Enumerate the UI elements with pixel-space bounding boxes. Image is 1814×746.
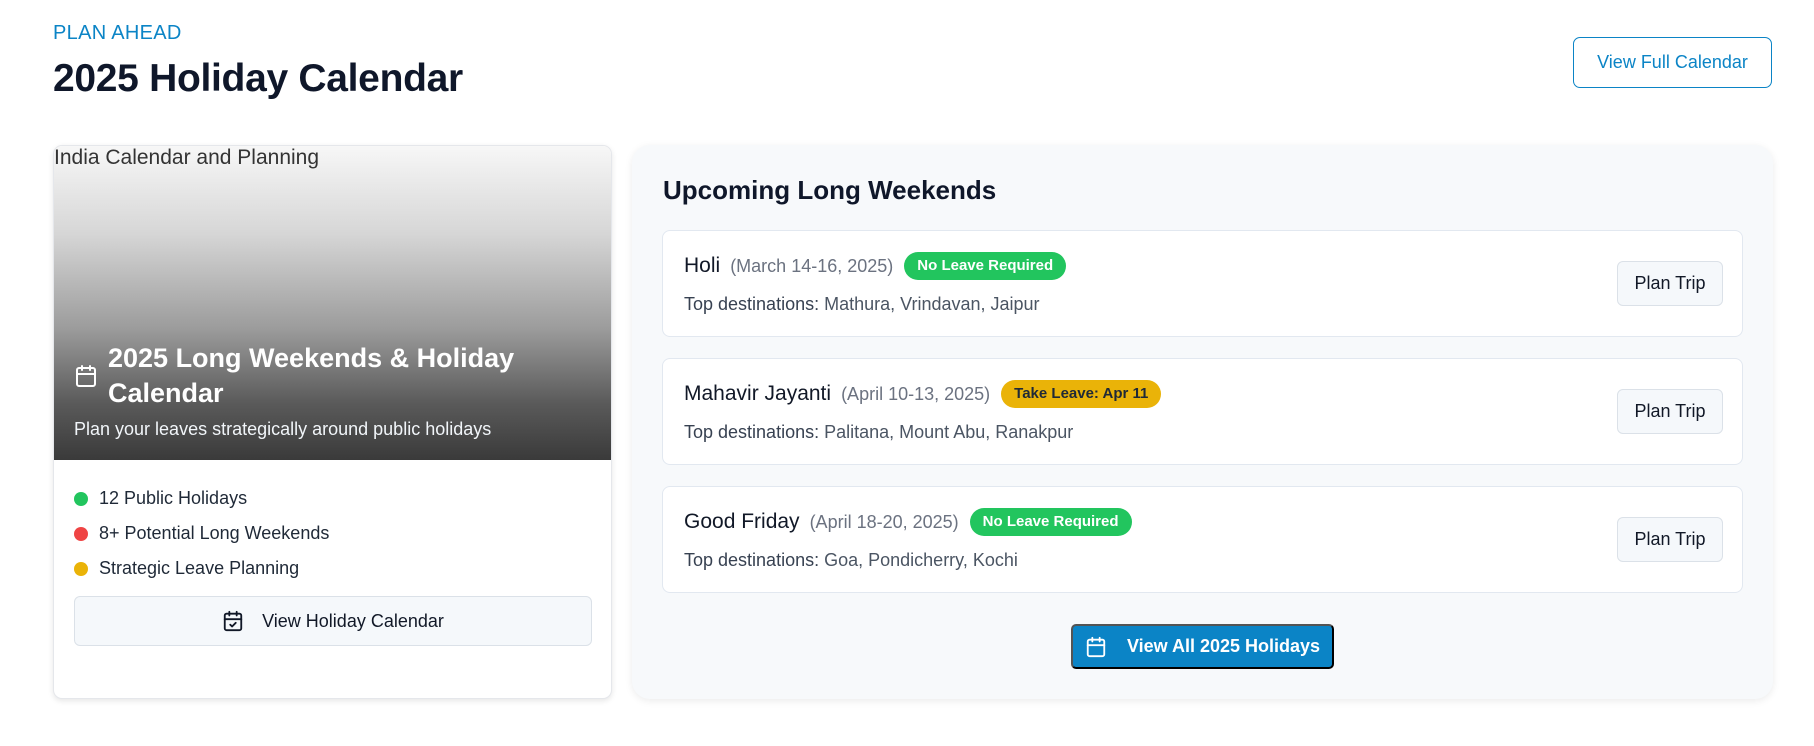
leave-status-badge: Take Leave: Apr 11 [1001, 380, 1162, 408]
destinations-value: Mathura, Vrindavan, Jaipur [824, 294, 1040, 314]
view-all-holidays-button[interactable]: View All 2025 Holidays [1071, 624, 1334, 669]
plan-trip-button[interactable]: Plan Trip [1617, 517, 1723, 562]
leave-status-badge: No Leave Required [904, 252, 1067, 280]
stat-label: 12 Public Holidays [99, 488, 248, 508]
yellow-dot-icon [74, 561, 88, 576]
hero-image-alt-text: India Calendar and Planning [54, 146, 320, 169]
upcoming-long-weekends-panel: Upcoming Long Weekends Holi (March 14-16… [632, 145, 1773, 699]
weekend-name: Holi [684, 254, 721, 277]
plan-trip-button[interactable]: Plan Trip [1617, 389, 1723, 434]
view-holiday-calendar-button[interactable]: View Holiday Calendar [74, 596, 592, 646]
card-subtitle: Plan your leaves strategically around pu… [74, 419, 492, 439]
section-header: PLAN AHEAD 2025 Holiday Calendar [53, 22, 463, 101]
holiday-stats-list: 12 Public Holidays 8+ Potential Long Wee… [74, 481, 329, 586]
weekend-header: Mahavir Jayanti (April 10-13, 2025) Take… [684, 380, 1162, 408]
stat-leave-planning: Strategic Leave Planning [74, 551, 329, 586]
card-title: 2025 Long Weekends & Holiday Calendar [108, 343, 515, 408]
destinations-label: Top destinations: [684, 294, 820, 314]
top-destinations: Top destinations: Palitana, Mount Abu, R… [684, 422, 1073, 443]
hero-caption: 2025 Long Weekends & Holiday Calendar Pl… [74, 341, 591, 440]
calendar-check-icon [223, 610, 243, 632]
destinations-value: Goa, Pondicherry, Kochi [824, 550, 1018, 570]
panel-title: Upcoming Long Weekends [663, 175, 997, 205]
top-destinations: Top destinations: Mathura, Vrindavan, Ja… [684, 294, 1040, 315]
weekend-header: Holi (March 14-16, 2025) No Leave Requir… [684, 252, 1067, 280]
eyebrow-label: PLAN AHEAD [53, 22, 182, 44]
page-title: 2025 Holiday Calendar [53, 57, 463, 100]
weekend-dates: (April 10-13, 2025) [841, 383, 991, 404]
weekend-card-mahavir-jayanti: Mahavir Jayanti (April 10-13, 2025) Take… [662, 358, 1743, 465]
hero-image: India Calendar and Planning 2025 Long We… [54, 146, 611, 460]
destinations-label: Top destinations: [684, 550, 820, 570]
weekend-card-good-friday: Good Friday (April 18-20, 2025) No Leave… [662, 486, 1743, 593]
top-destinations: Top destinations: Goa, Pondicherry, Koch… [684, 550, 1018, 571]
weekend-dates: (March 14-16, 2025) [730, 255, 894, 276]
weekend-header: Good Friday (April 18-20, 2025) No Leave… [684, 508, 1132, 536]
view-all-holidays-label: View All 2025 Holidays [1126, 636, 1321, 656]
weekend-name: Mahavir Jayanti [684, 382, 832, 405]
calendar-icon [76, 365, 96, 387]
weekend-card-holi: Holi (March 14-16, 2025) No Leave Requir… [662, 230, 1743, 337]
red-dot-icon [74, 526, 88, 541]
plan-trip-button[interactable]: Plan Trip [1617, 261, 1723, 306]
stat-label: 8+ Potential Long Weekends [99, 523, 330, 543]
view-full-calendar-button[interactable]: View Full Calendar [1573, 37, 1772, 88]
stat-long-weekends: 8+ Potential Long Weekends [74, 516, 329, 551]
hero-title-row: 2025 Long Weekends & Holiday Calendar [74, 341, 591, 411]
holiday-calendar-card: India Calendar and Planning 2025 Long We… [53, 145, 612, 699]
destinations-value: Palitana, Mount Abu, Ranakpur [824, 422, 1074, 442]
view-holiday-calendar-label: View Holiday Calendar [262, 610, 444, 631]
stat-public-holidays: 12 Public Holidays [74, 481, 329, 516]
calendar-icon [1086, 636, 1106, 657]
weekend-name: Good Friday [684, 510, 800, 533]
weekend-dates: (April 18-20, 2025) [809, 511, 959, 532]
green-dot-icon [74, 491, 88, 506]
destinations-label: Top destinations: [684, 422, 820, 442]
leave-status-badge: No Leave Required [969, 508, 1132, 536]
stat-label: Strategic Leave Planning [99, 558, 300, 578]
